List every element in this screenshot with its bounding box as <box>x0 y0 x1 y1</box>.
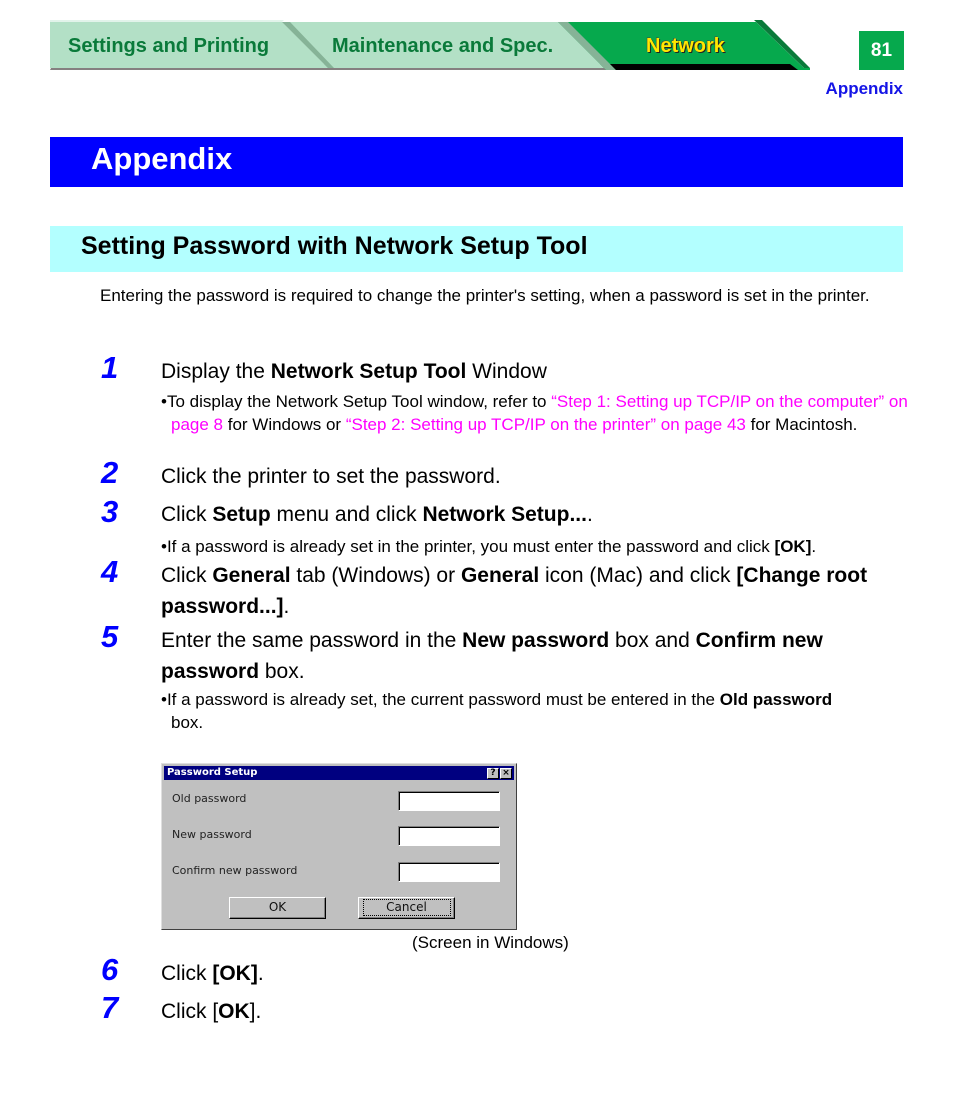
step-text: Click the printer to set the password. <box>161 465 501 488</box>
text: . <box>257 962 264 985</box>
text: box. <box>171 713 204 732</box>
dialog-title: Password Setup <box>167 767 258 778</box>
step-text: Click General tab (Windows) or General i… <box>161 560 896 622</box>
step-bullet: •If a password is already set in the pri… <box>161 537 817 556</box>
bold-text: OK <box>218 1000 250 1023</box>
text: Click <box>161 962 213 985</box>
step-text: Click Setup menu and click Network Setup… <box>161 499 901 530</box>
text: menu and click <box>270 503 423 526</box>
text: Click [ <box>161 1000 219 1023</box>
text: . <box>283 595 290 618</box>
bold-text: New password <box>462 629 610 652</box>
cancel-button[interactable]: Cancel <box>358 897 455 919</box>
old-password-label: Old password <box>172 792 247 805</box>
text: If a password is already set in the prin… <box>166 537 775 556</box>
text: . <box>811 537 817 556</box>
new-password-field[interactable] <box>398 826 500 846</box>
chapter-banner: Appendix <box>50 137 903 187</box>
text: icon (Mac) and click <box>539 564 737 587</box>
step-number: 3 <box>101 494 119 529</box>
step-number: 4 <box>101 554 119 589</box>
step-text: Click [OK]. <box>161 996 901 1027</box>
bold-text: Old password <box>719 690 833 709</box>
text: To display the Network Setup Tool window… <box>166 392 552 411</box>
text: for Macintosh. <box>745 415 858 434</box>
text: ]. <box>249 1000 262 1023</box>
close-icon[interactable]: × <box>500 768 512 779</box>
text: Display the <box>161 360 271 383</box>
new-password-label: New password <box>172 828 252 841</box>
password-setup-dialog: Password Setup ? × Old password New pass… <box>161 763 517 930</box>
tab-active-shadow <box>610 64 798 70</box>
step-number: 5 <box>101 619 119 654</box>
chapter-tab-bar: Settings and Printing Maintenance and Sp… <box>50 20 810 72</box>
bold-text: [OK] <box>212 962 258 985</box>
bold-text: [OK] <box>774 537 812 556</box>
bold-text: Setup <box>212 503 271 526</box>
step-number: 6 <box>101 952 119 987</box>
step-bullet: •If a password is already set, the curre… <box>161 690 833 732</box>
old-password-field[interactable] <box>398 791 500 811</box>
tab-maintenance-and-spec[interactable]: Maintenance and Spec. <box>332 35 553 58</box>
page-number: 81 <box>859 31 904 70</box>
step-text: Display the Network Setup Tool Window <box>161 356 901 387</box>
text: tab (Windows) or <box>290 564 461 587</box>
step-number: 7 <box>101 990 119 1025</box>
text: Window <box>466 360 547 383</box>
bold-text: Network Setup... <box>422 503 587 526</box>
step-text: Enter the same password in the New passw… <box>161 625 896 687</box>
bold-text: General <box>460 564 540 587</box>
tab-highlight <box>50 20 284 22</box>
text: If a password is already set, the curren… <box>166 690 720 709</box>
section-breadcrumb[interactable]: Appendix <box>826 79 903 99</box>
screenshot-caption: (Screen in Windows) <box>412 933 569 952</box>
intro-paragraph: Entering the password is required to cha… <box>100 286 870 305</box>
help-icon[interactable]: ? <box>487 768 499 779</box>
text: Click <box>161 564 213 587</box>
text: box. <box>259 660 305 683</box>
dialog-titlebar: Password Setup ? × <box>164 766 514 780</box>
text: for Windows or <box>223 415 346 434</box>
step-text: Click [OK]. <box>161 958 901 989</box>
confirm-password-label: Confirm new password <box>172 864 298 877</box>
section-banner: Setting Password with Network Setup Tool <box>50 226 903 272</box>
text: box and <box>609 629 696 652</box>
chapter-title: Appendix <box>91 141 233 176</box>
tab-settings-and-printing[interactable]: Settings and Printing <box>68 35 269 58</box>
section-title: Setting Password with Network Setup Tool <box>81 232 588 260</box>
step-bullet: •To display the Network Setup Tool windo… <box>161 392 908 434</box>
link-step2-tcpip-printer[interactable]: “Step 2: Setting up TCP/IP on the printe… <box>346 415 746 434</box>
text: Enter the same password in the <box>161 629 463 652</box>
step-number: 1 <box>101 350 119 385</box>
text: Click <box>161 503 213 526</box>
cancel-button-label: Cancel <box>362 899 451 916</box>
ok-button[interactable]: OK <box>229 897 326 919</box>
confirm-password-field[interactable] <box>398 862 500 882</box>
bold-text: Network Setup Tool <box>270 360 467 383</box>
text: . <box>586 503 593 526</box>
bold-text: General <box>212 564 291 587</box>
tab-network[interactable]: Network <box>646 35 725 58</box>
step-number: 2 <box>101 455 119 490</box>
